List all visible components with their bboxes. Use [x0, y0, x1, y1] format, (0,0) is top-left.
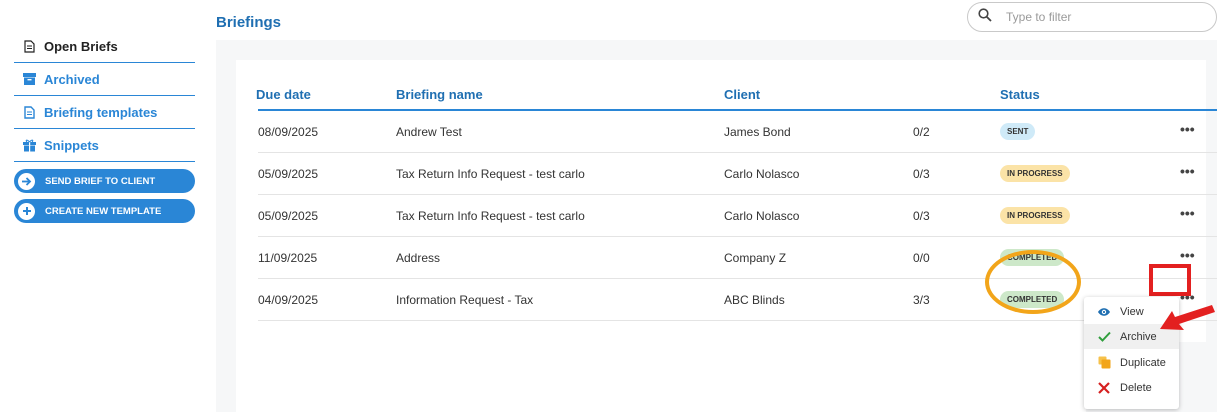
- client-cell: Company Z: [724, 251, 787, 265]
- column-header-due-date[interactable]: Due date: [256, 87, 311, 102]
- x-icon: [1097, 381, 1111, 395]
- template-document-icon: [22, 105, 36, 119]
- briefing-name-cell: Information Request - Tax: [396, 293, 534, 307]
- briefing-name-cell: Andrew Test: [396, 125, 462, 139]
- menu-item-label: Archive: [1120, 330, 1157, 343]
- search-box[interactable]: [967, 2, 1217, 32]
- sidebar-item-label: Snippets: [44, 137, 99, 153]
- briefing-name-cell: Address: [396, 251, 441, 265]
- menu-item-duplicate[interactable]: Duplicate: [1084, 350, 1179, 375]
- client-cell: Carlo Nolasco: [724, 209, 800, 223]
- menu-item-delete[interactable]: Delete: [1084, 375, 1179, 400]
- pointer-arrow-icon: [1160, 305, 1215, 330]
- due-date-cell: 05/09/2025: [258, 167, 319, 181]
- page-title: Briefings: [216, 14, 282, 31]
- client-cell: ABC Blinds: [724, 293, 785, 307]
- send-brief-label: SEND BRIEF TO CLIENT: [45, 175, 156, 187]
- status-badge: SENT: [1000, 123, 1036, 140]
- create-template-label: CREATE NEW TEMPLATE: [45, 205, 162, 217]
- table-row[interactable]: 08/09/2025 Andrew Test James Bond 0/2 SE…: [258, 111, 1217, 153]
- document-icon: [22, 39, 36, 53]
- status-badge: IN PROGRESS: [1000, 207, 1070, 224]
- progress-cell: 0/2: [913, 125, 930, 139]
- table-row[interactable]: 05/09/2025 Tax Return Info Request - tes…: [258, 153, 1217, 195]
- menu-item-label: Delete: [1120, 381, 1152, 394]
- client-cell: Carlo Nolasco: [724, 167, 800, 181]
- more-options-icon[interactable]: •••: [1180, 248, 1195, 262]
- briefing-name-cell: Tax Return Info Request - test carlo: [396, 209, 585, 223]
- search-icon: [978, 7, 992, 27]
- due-date-cell: 05/09/2025: [258, 209, 319, 223]
- checkmark-icon: [1097, 330, 1111, 344]
- column-header-status[interactable]: Status: [1000, 87, 1040, 102]
- sidebar-item-open-briefs[interactable]: Open Briefs: [14, 30, 195, 63]
- table-row[interactable]: 05/09/2025 Tax Return Info Request - tes…: [258, 195, 1217, 237]
- column-header-client[interactable]: Client: [724, 87, 760, 102]
- due-date-cell: 11/09/2025: [258, 251, 318, 265]
- progress-cell: 0/3: [913, 167, 930, 181]
- briefings-panel: Due date Briefing name Client Status 08/…: [216, 40, 1217, 412]
- send-brief-button[interactable]: SEND BRIEF TO CLIENT: [14, 169, 195, 193]
- more-options-icon[interactable]: •••: [1180, 164, 1195, 178]
- progress-cell: 0/3: [913, 209, 930, 223]
- status-badge: IN PROGRESS: [1000, 165, 1070, 182]
- completed-status-highlight: [985, 250, 1081, 314]
- more-options-highlight: [1149, 264, 1191, 296]
- sidebar-item-briefing-templates[interactable]: Briefing templates: [14, 96, 195, 129]
- arrow-right-icon: [18, 172, 35, 190]
- progress-cell: 0/0: [913, 251, 930, 265]
- create-template-button[interactable]: CREATE NEW TEMPLATE: [14, 199, 195, 223]
- archive-box-icon: [22, 72, 36, 86]
- table-footer-area: [236, 342, 1086, 412]
- search-input[interactable]: [1006, 10, 1196, 24]
- briefing-name-cell: Tax Return Info Request - test carlo: [396, 167, 585, 181]
- menu-item-label: View: [1120, 305, 1144, 318]
- column-header-briefing-name[interactable]: Briefing name: [396, 87, 483, 102]
- progress-cell: 3/3: [913, 293, 930, 307]
- sidebar-item-archived[interactable]: Archived: [14, 63, 195, 96]
- sidebar-item-label: Archived: [44, 71, 100, 87]
- sidebar-item-snippets[interactable]: Snippets: [14, 129, 195, 162]
- sidebar: Open Briefs Archived Briefing templates …: [14, 30, 195, 223]
- sidebar-item-label: Open Briefs: [44, 38, 118, 54]
- copy-icon: [1097, 356, 1111, 370]
- eye-icon: [1097, 305, 1111, 319]
- gift-box-icon: [22, 138, 36, 152]
- menu-item-label: Duplicate: [1120, 356, 1166, 369]
- due-date-cell: 08/09/2025: [258, 125, 319, 139]
- due-date-cell: 04/09/2025: [258, 293, 319, 307]
- more-options-icon[interactable]: •••: [1180, 206, 1195, 220]
- client-cell: James Bond: [724, 125, 791, 139]
- plus-icon: [18, 202, 35, 220]
- sidebar-item-label: Briefing templates: [44, 104, 158, 120]
- more-options-icon[interactable]: •••: [1180, 122, 1195, 136]
